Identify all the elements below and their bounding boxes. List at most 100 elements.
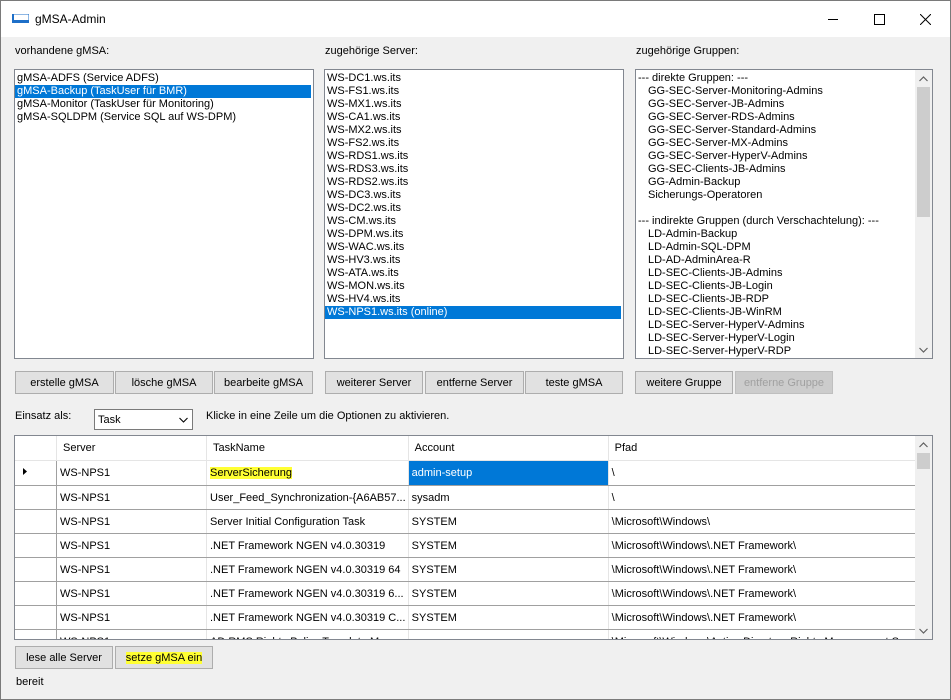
column-header-account[interactable]: Account <box>408 436 609 461</box>
group-list-item[interactable] <box>636 202 932 215</box>
cell-pfad[interactable]: \Microsoft\Windows\.NET Framework\ <box>608 557 919 582</box>
group-list-item[interactable]: GG-SEC-Server-RDS-Admins <box>636 111 932 124</box>
table-row[interactable]: WS-NPS1 ServerSicherung admin-setup \ <box>15 460 919 486</box>
cell-pfad[interactable]: \Microsoft\Windows\.NET Framework\ <box>608 533 919 558</box>
group-list-item[interactable]: LD-SEC-Server-HyperV-RDP <box>636 345 932 358</box>
cell-pfad[interactable]: \Microsoft\Windows\.NET Framework\ <box>608 581 919 606</box>
group-list-item[interactable]: LD-SEC-Clients-JB-Admins <box>636 267 932 280</box>
table-row[interactable]: WS-NPS1 .NET Framework NGEN v4.0.30319 SYS… <box>15 533 919 558</box>
cell-pfad[interactable]: \ <box>608 485 919 510</box>
cell-server[interactable]: WS-NPS1 <box>56 605 207 630</box>
cell-taskname[interactable]: .NET Framework NGEN v4.0.30319 64 <box>206 557 409 582</box>
scroll-down-arrow-icon[interactable] <box>915 341 932 358</box>
server-list-item[interactable]: WS-ATA.ws.its <box>325 267 623 280</box>
cell-taskname[interactable]: AD RMS Rights Policy Template Mana... <box>206 629 409 639</box>
delete-gmsa-button[interactable]: lösche gMSA <box>115 371 213 394</box>
server-list-item[interactable]: WS-MX2.ws.its <box>325 124 623 137</box>
einsatz-combobox[interactable]: Task <box>94 409 193 430</box>
cell-server[interactable]: WS-NPS1 <box>56 485 207 510</box>
grid-scroll-down-arrow-icon[interactable] <box>915 622 932 639</box>
row-header[interactable] <box>15 629 57 639</box>
apply-gmsa-button[interactable]: setze gMSA ein <box>115 646 213 669</box>
scroll-up-arrow-icon[interactable] <box>915 70 932 87</box>
server-listbox[interactable]: WS-DC1.ws.its WS-FS1.ws.its WS-MX1.ws.its W… <box>324 69 624 359</box>
table-row[interactable]: WS-NPS1 User_Feed_Synchronization-{A6AB57… <box>15 485 919 510</box>
row-header[interactable] <box>15 533 57 558</box>
create-gmsa-button[interactable]: erstelle gMSA <box>15 371 114 394</box>
maximize-button[interactable] <box>856 1 902 37</box>
cell-taskname[interactable]: .NET Framework NGEN v4.0.30319 6... <box>206 581 409 606</box>
cell-server[interactable]: WS-NPS1 <box>56 557 207 582</box>
server-list-item[interactable]: WS-RDS2.ws.its <box>325 176 623 189</box>
group-list-item[interactable]: GG-SEC-Clients-JB-Admins <box>636 163 932 176</box>
add-server-button[interactable]: weiterer Server <box>325 371 423 394</box>
table-row[interactable]: WS-NPS1 Server Initial Configuration Task… <box>15 509 919 534</box>
cell-account[interactable]: SYSTEM <box>408 533 609 558</box>
cell-server[interactable]: WS-NPS1 <box>56 533 207 558</box>
row-header[interactable] <box>15 605 57 630</box>
group-list-item[interactable]: GG-SEC-Server-Standard-Admins <box>636 124 932 137</box>
gmsa-list-item[interactable]: gMSA-SQLDPM (Service SQL auf WS-DPM) <box>15 111 313 124</box>
column-header-server[interactable]: Server <box>56 436 207 461</box>
cell-pfad[interactable]: \Microsoft\Windows\ <box>608 509 919 534</box>
group-list-item[interactable]: --- direkte Gruppen: --- <box>636 72 932 85</box>
cell-account[interactable] <box>408 629 609 639</box>
column-header-pfad[interactable]: Pfad <box>608 436 919 461</box>
title-bar[interactable]: gMSA-Admin <box>1 1 950 37</box>
row-header[interactable] <box>15 557 57 582</box>
server-list-item[interactable]: WS-DC1.ws.its <box>325 72 623 85</box>
group-list-item[interactable]: GG-Admin-Backup <box>636 176 932 189</box>
group-list-item[interactable]: GG-SEC-Server-JB-Admins <box>636 98 932 111</box>
table-row[interactable]: WS-NPS1 .NET Framework NGEN v4.0.30319 64… <box>15 557 919 582</box>
group-list-item[interactable]: GG-SEC-Server-HyperV-Admins <box>636 150 932 163</box>
table-row[interactable]: WS-NPS1 .NET Framework NGEN v4.0.30319 C.… <box>15 605 919 630</box>
server-list-item[interactable]: WS-FS2.ws.its <box>325 137 623 150</box>
cell-server[interactable]: WS-NPS1 <box>56 509 207 534</box>
group-listbox[interactable]: --- direkte Gruppen: --- GG-SEC-Server-Mo… <box>635 69 933 359</box>
group-list-item[interactable]: LD-SEC-Clients-JB-RDP <box>636 293 932 306</box>
server-list-item[interactable]: WS-MON.ws.its <box>325 280 623 293</box>
row-header[interactable] <box>15 485 57 510</box>
row-header[interactable] <box>15 581 57 606</box>
cell-server[interactable]: WS-NPS1 <box>56 460 207 486</box>
grid-scrollbar[interactable] <box>915 436 932 639</box>
group-list-item[interactable]: GG-SEC-Server-MX-Admins <box>636 137 932 150</box>
cell-server[interactable]: WS-NPS1 <box>56 581 207 606</box>
group-list-item[interactable]: LD-SEC-Clients-JB-WinRM <box>636 306 932 319</box>
cell-account[interactable]: SYSTEM <box>408 557 609 582</box>
grid-scroll-up-arrow-icon[interactable] <box>915 436 932 453</box>
cell-taskname[interactable]: ServerSicherung <box>206 460 409 486</box>
group-list-item[interactable]: LD-Admin-Backup <box>636 228 932 241</box>
cell-account[interactable]: SYSTEM <box>408 509 609 534</box>
cell-account[interactable]: sysadm <box>408 485 609 510</box>
server-list-item[interactable]: WS-HV3.ws.its <box>325 254 623 267</box>
group-list-scroll-thumb[interactable] <box>917 87 930 217</box>
cell-account[interactable]: admin-setup <box>408 460 609 486</box>
server-list-item[interactable]: WS-NPS1.ws.its (online) <box>325 306 621 319</box>
server-list-item[interactable]: WS-DC3.ws.its <box>325 189 623 202</box>
group-list-item[interactable]: LD-AD-AdminArea-R <box>636 254 932 267</box>
cell-server[interactable]: WS-NPS1 <box>56 629 207 639</box>
cell-pfad[interactable]: \Microsoft\Windows\.NET Framework\ <box>608 605 919 630</box>
group-list-item[interactable]: LD-SEC-Server-HyperV-Login <box>636 332 932 345</box>
task-grid[interactable]: Server TaskName Account Pfad WS-NPS1 Serv… <box>14 435 933 640</box>
server-list-item[interactable]: WS-FS1.ws.its <box>325 85 623 98</box>
group-list-item[interactable]: LD-Admin-SQL-DPM <box>636 241 932 254</box>
server-list-item[interactable]: WS-DC2.ws.its <box>325 202 623 215</box>
cell-account[interactable]: SYSTEM <box>408 581 609 606</box>
group-list-item[interactable]: LD-SEC-Server-HyperV-Admins <box>636 319 932 332</box>
cell-pfad[interactable]: \ <box>608 460 919 486</box>
group-list-item[interactable]: LD-SEC-Clients-JB-Login <box>636 280 932 293</box>
cell-account[interactable]: SYSTEM <box>408 605 609 630</box>
server-list-item[interactable]: WS-DPM.ws.its <box>325 228 623 241</box>
cell-pfad[interactable]: \Microsoft\Windows\Active Directory Righ… <box>608 629 919 639</box>
close-button[interactable] <box>902 1 948 37</box>
server-list-item[interactable]: WS-RDS1.ws.its <box>325 150 623 163</box>
cell-taskname[interactable]: Server Initial Configuration Task <box>206 509 409 534</box>
server-list-item[interactable]: WS-RDS3.ws.its <box>325 163 623 176</box>
cell-taskname[interactable]: User_Feed_Synchronization-{A6AB57... <box>206 485 409 510</box>
group-list-item[interactable]: Sicherungs-Operatoren <box>636 189 932 202</box>
cell-taskname[interactable]: .NET Framework NGEN v4.0.30319 C... <box>206 605 409 630</box>
row-header[interactable] <box>15 460 57 486</box>
table-row[interactable]: WS-NPS1 .NET Framework NGEN v4.0.30319 6.… <box>15 581 919 606</box>
